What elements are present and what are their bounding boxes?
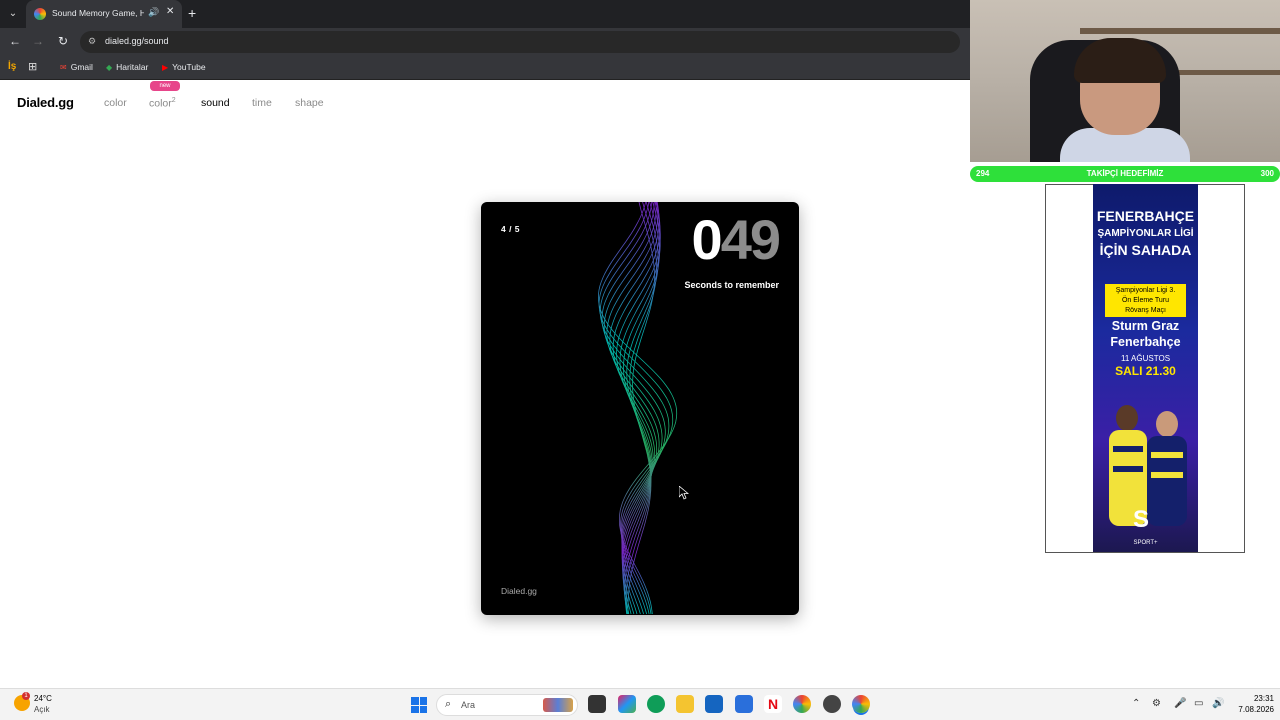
sound-game-card[interactable]: 4 / 5 049 Seconds to remember Dialed.gg: [481, 202, 799, 615]
search-highlight-image: [543, 698, 573, 712]
streamer-webcam: [970, 0, 1280, 162]
taskbar-search[interactable]: ⌕ Ara: [436, 694, 578, 716]
webcam-shelf: [1080, 28, 1280, 34]
chrome-icon[interactable]: [793, 695, 811, 713]
goal-target: 300: [1260, 169, 1274, 178]
timer-remaining-digits: 49: [720, 208, 781, 271]
ad-round-box: Şampiyonlar Ligi 3. Ön Eleme Turu Rövanş…: [1105, 284, 1186, 317]
countdown-timer: 049: [692, 212, 781, 268]
ad-date: 11 AĞUSTOS: [1120, 354, 1171, 363]
tray-volume-icon[interactable]: 🔊: [1212, 698, 1224, 709]
weather-notification-badge: 1: [22, 692, 30, 700]
site-info-icon[interactable]: ⚙: [88, 36, 96, 47]
tab-close-icon[interactable]: ✕: [166, 6, 174, 17]
copilot-icon[interactable]: [618, 695, 636, 713]
goal-label: TAKİPÇİ HEDEFİMİZ: [1086, 169, 1164, 178]
apps-grid-icon[interactable]: ⊞: [28, 60, 37, 73]
new-badge: new: [150, 81, 180, 91]
tab-search-icon[interactable]: ⌄: [4, 5, 22, 23]
taskbar-search-placeholder: Ara: [461, 700, 476, 710]
tray-network-app-icon[interactable]: ⚙: [1152, 698, 1161, 709]
timer-lead-digit: 0: [691, 208, 723, 271]
maps-icon: ◆: [106, 63, 113, 72]
obs-icon[interactable]: [823, 695, 841, 713]
forward-arrow-icon[interactable]: →: [30, 34, 46, 48]
windows-taskbar: 1 24°C Açık ⌕ Ara N ⌃ ⚙ 🎤 ▭ 🔊 23:31 7.08…: [0, 688, 1280, 720]
file-explorer-icon[interactable]: [676, 695, 694, 713]
edge-icon[interactable]: [647, 695, 665, 713]
nav-color[interactable]: color: [104, 97, 127, 109]
tab-title: Sound Memory Game, How: [52, 8, 144, 18]
netflix-icon[interactable]: N: [764, 695, 782, 713]
address-url[interactable]: dialed.gg/sound: [105, 36, 169, 46]
site-logo[interactable]: Dialed.gg: [17, 95, 74, 110]
site-favicon-icon: [34, 8, 46, 20]
ad-headline: FENERBAHÇE ŞAMPİYONLAR LİGİ İÇİN SAHADA: [1096, 208, 1195, 258]
taskbar-time[interactable]: 23:31: [1244, 694, 1274, 703]
youtube-icon: ▶: [162, 63, 169, 72]
tray-chevron-icon[interactable]: ⌃: [1132, 698, 1140, 709]
search-icon: ⌕: [445, 698, 452, 710]
ad-time: SALI 21.30: [1115, 364, 1176, 378]
nav-time[interactable]: time: [252, 97, 272, 109]
weather-temp[interactable]: 24°C: [34, 694, 52, 703]
sports-ad-banner[interactable]: FENERBAHÇE ŞAMPİYONLAR LİGİ İÇİN SAHADA …: [1093, 184, 1198, 552]
nav-color2[interactable]: color2: [149, 97, 176, 110]
weather-desc[interactable]: Açık: [34, 705, 50, 714]
bookmark-maps[interactable]: ◆ Haritalar: [106, 62, 148, 72]
browser-tab[interactable]: Sound Memory Game, How 🔊 ✕: [26, 0, 182, 28]
address-bar[interactable]: ⚙ dialed.gg/sound: [80, 31, 960, 53]
card-brand: Dialed.gg: [501, 586, 537, 596]
nav-shape[interactable]: shape: [295, 97, 324, 109]
chrome-active-icon[interactable]: [852, 695, 870, 713]
gmail-icon: ✉: [60, 63, 67, 72]
ad-match: Sturm Graz Fenerbahçe: [1110, 319, 1181, 349]
start-menu-icon[interactable]: [411, 697, 427, 713]
bookmark-gmail[interactable]: ✉ Gmail: [60, 62, 93, 72]
ad-sport-logo: S: [1133, 506, 1150, 533]
round-progress: 4 / 5: [501, 224, 521, 234]
audio-playing-icon[interactable]: 🔊: [148, 7, 159, 18]
mail-icon[interactable]: [735, 695, 753, 713]
taskbar-date[interactable]: 7.08.2026: [1228, 705, 1274, 714]
tray-wifi-icon[interactable]: ▭: [1194, 698, 1203, 709]
timer-label: Seconds to remember: [684, 280, 779, 290]
nav-sound[interactable]: sound: [201, 97, 230, 109]
bookmark-youtube[interactable]: ▶ YouTube: [162, 62, 206, 72]
mouse-cursor-icon: [679, 486, 689, 500]
ad-sport-logo-sub: SPORT+: [1133, 540, 1158, 546]
profile-icon[interactable]: İş: [8, 61, 16, 72]
follower-goal-bar: 294 TAKİPÇİ HEDEFİMİZ 300: [970, 166, 1280, 182]
tray-mic-icon[interactable]: 🎤: [1174, 698, 1186, 709]
task-view-icon[interactable]: [588, 695, 606, 713]
new-tab-button[interactable]: +: [188, 5, 196, 21]
reload-icon[interactable]: ↻: [55, 34, 71, 48]
store-icon[interactable]: [705, 695, 723, 713]
back-arrow-icon[interactable]: ←: [7, 34, 23, 48]
